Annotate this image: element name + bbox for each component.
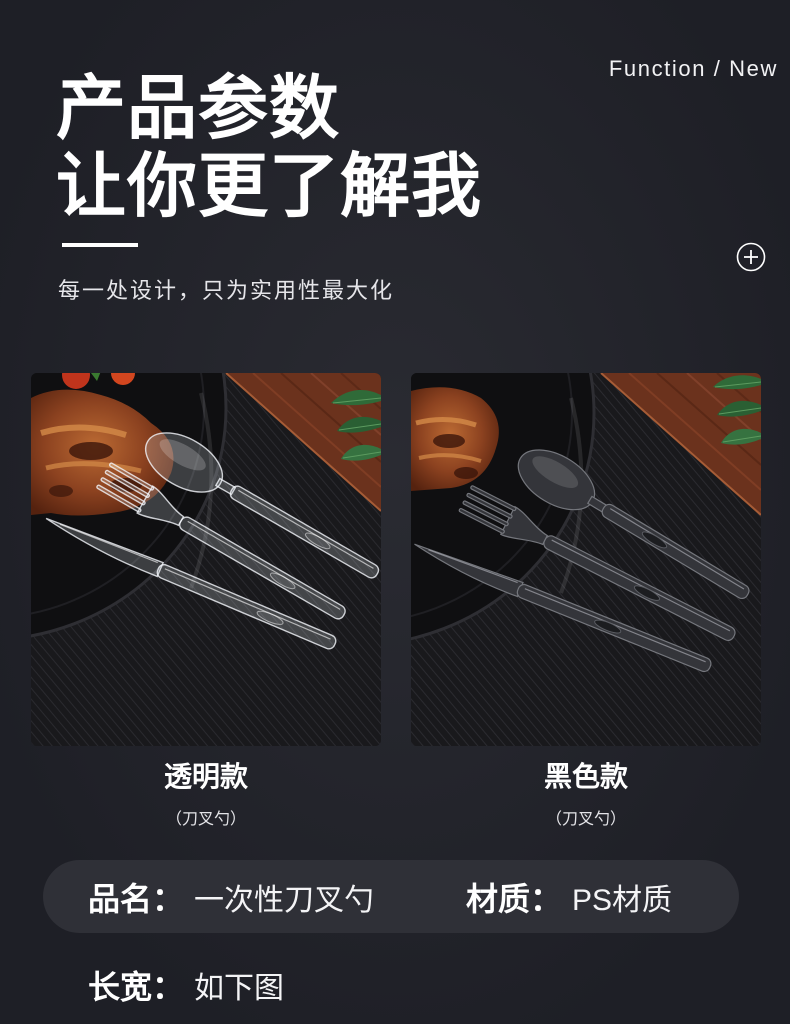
page-title: 产品参数 (56, 69, 340, 147)
product-name-black: 黑色款 (543, 761, 628, 792)
spec-size-value: 如下图 (194, 972, 285, 1005)
design-tagline: 每一处设计，只为实用性最大化 (58, 278, 395, 303)
product-card-black: 黑色款 （刀叉勺） (411, 373, 761, 828)
clear-cutlery-photo (31, 373, 381, 746)
spec-product-name: 品名： 一次性刀叉勺 (88, 860, 374, 933)
spec-material: 材质： PS材质 (466, 860, 672, 933)
product-detail-clear: （刀叉勺） (165, 811, 246, 828)
spec-name-value: 一次性刀叉勺 (194, 883, 375, 917)
black-cutlery-photo (411, 373, 761, 746)
spec-material-value: PS材质 (572, 883, 673, 917)
spec-size-label: 长宽： (88, 969, 185, 1005)
spec-size: 长宽： 如下图 (88, 965, 284, 1005)
product-name-clear: 透明款 (163, 761, 248, 792)
product-detail-black: （刀叉勺） (545, 811, 626, 828)
plus-circle-icon[interactable] (736, 242, 766, 272)
product-card-clear: 透明款 （刀叉勺） (31, 373, 381, 828)
page-subtitle-heading: 让你更了解我 (56, 147, 482, 225)
title-underline (62, 243, 138, 247)
function-new-label: Function / New (608, 56, 778, 81)
spec-name-label: 品名： (88, 880, 185, 917)
product-parameters-page: Function / New 产品参数 让你更了解我 每一处设计，只为实用性最大… (0, 0, 790, 1024)
spec-material-label: 材质： (466, 880, 563, 917)
spec-bar: 品名： 一次性刀叉勺 材质： PS材质 (43, 860, 739, 933)
